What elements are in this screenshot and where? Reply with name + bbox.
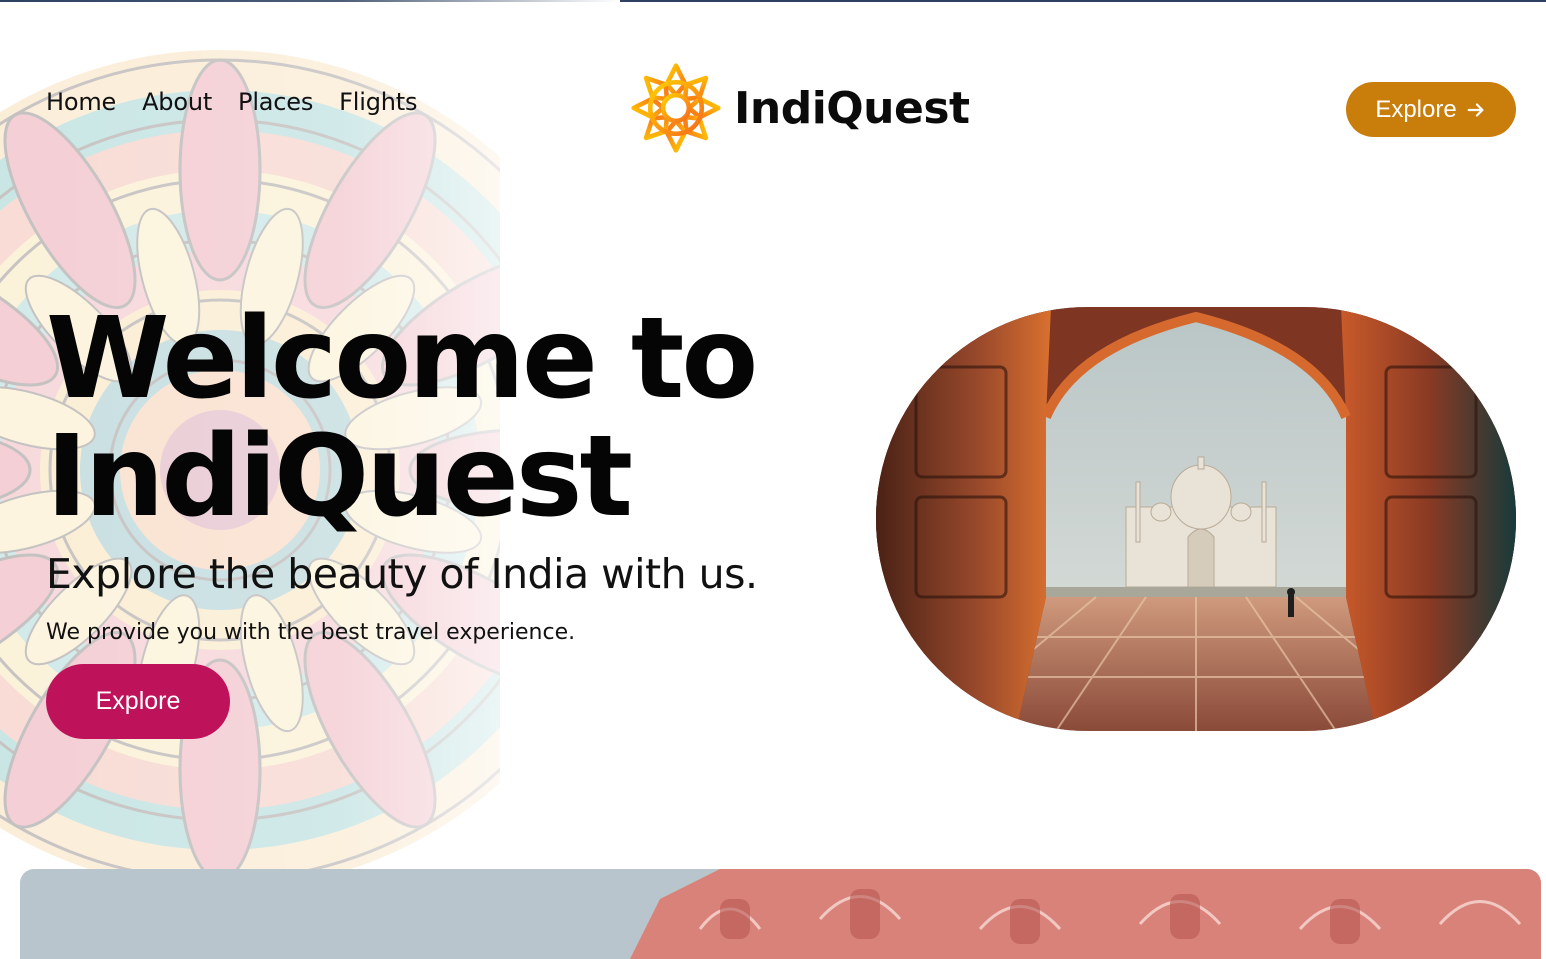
nav-home[interactable]: Home	[46, 88, 116, 116]
hero-description: We provide you with the best travel expe…	[46, 620, 576, 645]
brand-name: IndiQuest	[734, 82, 970, 134]
lotus-mandala-icon	[631, 63, 721, 153]
brand[interactable]: IndiQuest	[630, 62, 970, 154]
main-nav: Home About Places Flights	[46, 88, 417, 116]
hero-title: Welcome to IndiQuest	[46, 300, 806, 536]
hero-subtitle: Explore the beauty of India with us.	[46, 550, 758, 598]
header-explore-label: Explore	[1375, 95, 1457, 123]
nav-flights[interactable]: Flights	[339, 88, 417, 116]
hero-title-line2: IndiQuest	[46, 412, 633, 542]
hero-title-line1: Welcome to	[46, 294, 758, 424]
hawa-mahal-banner	[20, 869, 1541, 959]
nav-about[interactable]: About	[142, 88, 212, 116]
header-explore-button[interactable]: Explore	[1346, 82, 1516, 137]
arrow-right-icon	[1467, 102, 1484, 117]
nav-places[interactable]: Places	[238, 88, 313, 116]
taj-mahal-photo	[876, 307, 1516, 731]
hero-explore-button[interactable]: Explore	[46, 664, 230, 739]
